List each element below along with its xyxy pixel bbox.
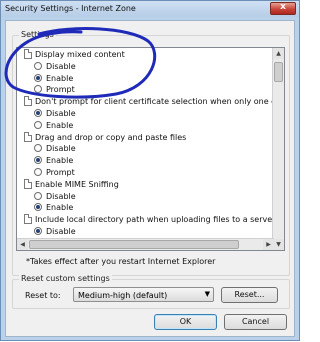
document-icon [24,49,32,59]
radio-button[interactable] [34,120,42,129]
radio-button[interactable] [34,144,42,153]
close-icon: x [280,2,286,12]
window-title: Security Settings - Internet Zone [5,4,136,13]
radio-button[interactable] [34,203,42,212]
setting-category-label: Display mixed content [35,50,125,59]
radio-option-label: Disable [46,191,76,201]
radio-option-label: Enable [46,73,74,83]
radio-option-label: Disable [46,227,76,236]
setting-category-label: Don't prompt for client certificate sele… [35,97,281,107]
scroll-right-icon[interactable]: ▶ [263,239,274,250]
radio-option-label: Enable [46,120,74,130]
cancel-button[interactable]: Cancel [224,314,287,330]
scroll-left-icon[interactable]: ◀ [17,239,28,250]
vertical-scrollbar[interactable]: ▲ ▼ [272,48,284,250]
radio-button[interactable] [34,61,42,70]
document-icon [24,131,32,142]
document-icon [24,178,32,189]
radio-option-label: Prompt [46,85,75,95]
radio-option-label: Disable [46,61,76,71]
reset-group-label: Reset custom settings [19,274,112,283]
reset-level-select[interactable]: Medium-high (default) ▼ [73,287,214,302]
radio-button[interactable] [34,156,42,165]
radio-button[interactable] [34,168,42,176]
radio-option-label: Prompt [46,168,75,177]
setting-category-label: Include local directory path when upload… [35,215,276,225]
scroll-up-icon[interactable]: ▲ [273,48,284,59]
chevron-down-icon: ▼ [204,290,210,298]
dialog-body: Settings Display mixed content Disable Ena… [5,20,295,337]
radio-button[interactable] [34,109,42,117]
radio-option-label: Enable [46,156,74,166]
settings-group-label: Settings [19,30,56,39]
radio-option-label: Enable [46,203,74,213]
radio-button[interactable] [34,73,42,82]
scrollbar-thumb[interactable] [274,62,283,82]
radio-button[interactable] [34,85,42,94]
horizontal-scrollbar-thumb[interactable] [29,240,239,249]
title-bar[interactable]: Security Settings - Internet Zone x [1,1,299,17]
horizontal-scrollbar[interactable]: ◀ ▶ [17,238,274,250]
setting-category-label: Enable MIME Sniffing [35,179,119,189]
reset-level-value: Medium-high (default) [78,291,168,300]
radio-option-label: Disable [46,144,76,154]
radio-button[interactable] [34,227,42,235]
document-icon [24,96,32,107]
ok-button[interactable]: OK [154,314,217,330]
reset-button[interactable]: Reset... [221,287,278,303]
document-icon [24,214,32,225]
security-settings-window: Security Settings - Internet Zone x Sett… [0,0,300,341]
settings-list[interactable]: Display mixed content Disable Enable Prompt… [16,47,285,251]
restart-note: *Takes effect after you restart Internet… [26,257,216,266]
radio-button[interactable] [34,191,42,200]
reset-to-label: Reset to: [25,291,61,300]
close-button[interactable]: x [270,2,296,15]
scroll-down-icon[interactable]: ▼ [273,239,284,250]
setting-category-label: Drag and drop or copy and paste files [35,132,187,142]
radio-option-label: Disable [46,109,76,118]
